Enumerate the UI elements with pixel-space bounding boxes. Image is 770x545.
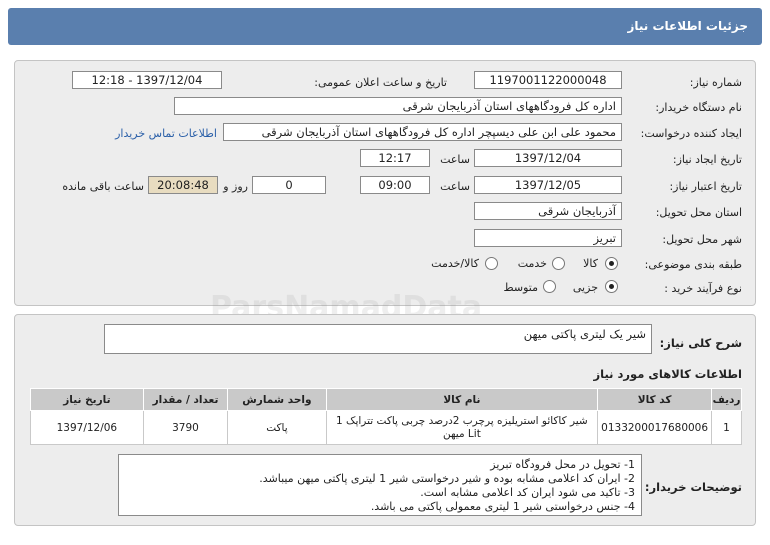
valid-date-label: تاریخ اعتبار نیاز: xyxy=(669,180,742,193)
goods-table-header: ردیف کد کالا نام کالا واحد شمارش تعداد /… xyxy=(30,388,742,411)
note-line: 4- جنس درخواستی شیر 1 لیتری معمولی پاکتی… xyxy=(370,500,635,513)
buyer-contact-link[interactable]: اطلاعات تماس خریدار xyxy=(115,127,217,140)
days-label: روز و xyxy=(223,180,248,193)
process-label: نوع فرآیند خرید : xyxy=(664,282,742,295)
category-goods-label: کالا xyxy=(583,257,598,270)
col-code: کد کالا xyxy=(597,388,713,411)
valid-time-field: 09:00 xyxy=(360,176,430,194)
cell-code: 0133200017680006 xyxy=(597,410,713,445)
created-date-field: 1397/12/04 xyxy=(474,149,622,167)
province-label: استان محل تحویل: xyxy=(655,206,742,219)
cell-unit: پاکت xyxy=(227,410,327,445)
col-row: ردیف xyxy=(711,388,742,411)
remaining-label: ساعت باقی مانده xyxy=(62,180,144,193)
category-radio-service[interactable] xyxy=(552,257,565,270)
notes-label: توضیحات خریدار: xyxy=(644,480,742,494)
need-number-label: شماره نیاز: xyxy=(689,76,742,89)
note-line: 2- ایران کد اعلامی مشابه بوده و شیر درخو… xyxy=(259,472,635,485)
category-label: طبقه بندی موضوعی: xyxy=(644,258,742,271)
process-medium-label: متوسط xyxy=(503,281,538,294)
requester-field: محمود علی ابن علی دیسپچر اداره کل فرودگا… xyxy=(223,123,622,141)
page-header: جزئیات اطلاعات نیاز xyxy=(8,8,762,45)
category-service-label: خدمت xyxy=(517,257,547,270)
requester-label: ایجاد کننده درخواست: xyxy=(640,127,742,140)
remaining-days-field: 0 xyxy=(252,176,326,194)
valid-time-label: ساعت xyxy=(440,180,470,193)
process-radio-minor[interactable] xyxy=(605,280,618,293)
category-goods-service-label: کالا/خدمت xyxy=(431,257,479,270)
buyer-org-field: اداره کل فرودگاههای استان آذربایجان شرقی xyxy=(174,97,622,115)
category-radio-goods[interactable] xyxy=(605,257,618,270)
goods-table: ردیف کد کالا نام کالا واحد شمارش تعداد /… xyxy=(30,388,742,445)
province-field: آذربایجان شرقی xyxy=(474,202,622,220)
col-unit: واحد شمارش xyxy=(227,388,327,411)
category-radio-goods-service[interactable] xyxy=(485,257,498,270)
cell-qty: 3790 xyxy=(142,410,229,445)
created-date-label: تاریخ ایجاد نیاز: xyxy=(672,153,742,166)
summary-label: شرح کلی نیاز: xyxy=(659,336,742,350)
note-line: 1- تحویل در محل فرودگاه تبریز xyxy=(490,458,635,471)
note-line: 3- تاکید می شود ایران کد اعلامی مشابه اس… xyxy=(420,486,635,499)
city-field: تبریز xyxy=(474,229,622,247)
goods-section-title: اطلاعات کالاهای مورد نیاز xyxy=(593,367,742,381)
cell-name: شیر کاکائو استریلیزه پرچرب 2درصد چربی پا… xyxy=(325,410,599,445)
announce-field: 1397/12/04 - 12:18 xyxy=(72,71,222,89)
col-qty: تعداد / مقدار xyxy=(142,388,229,411)
col-date: تاریخ نیاز xyxy=(30,388,144,411)
need-number-field: 1197001122000048 xyxy=(474,71,622,89)
cell-date: 1397/12/06 xyxy=(30,410,144,445)
buyer-org-label: نام دستگاه خریدار: xyxy=(655,101,742,114)
summary-field: شیر یک لیتری پاکتی میهن xyxy=(104,324,652,354)
created-time-label: ساعت xyxy=(440,153,470,166)
page-title: جزئیات اطلاعات نیاز xyxy=(627,19,748,33)
buyer-notes: 1- تحویل در محل فرودگاه تبریز 2- ایران ک… xyxy=(118,454,642,516)
announce-label: تاریخ و ساعت اعلان عمومی: xyxy=(314,76,447,89)
valid-date-field: 1397/12/05 xyxy=(474,176,622,194)
process-minor-label: جزیی xyxy=(572,281,598,294)
city-label: شهر محل تحویل: xyxy=(662,233,742,246)
table-row: 1 0133200017680006 شیر کاکائو استریلیزه … xyxy=(30,410,742,445)
cell-row: 1 xyxy=(711,410,742,445)
remaining-time-field: 20:08:48 xyxy=(148,176,218,194)
created-time-field: 12:17 xyxy=(360,149,430,167)
process-radio-medium[interactable] xyxy=(543,280,556,293)
col-name: نام کالا xyxy=(325,388,599,411)
